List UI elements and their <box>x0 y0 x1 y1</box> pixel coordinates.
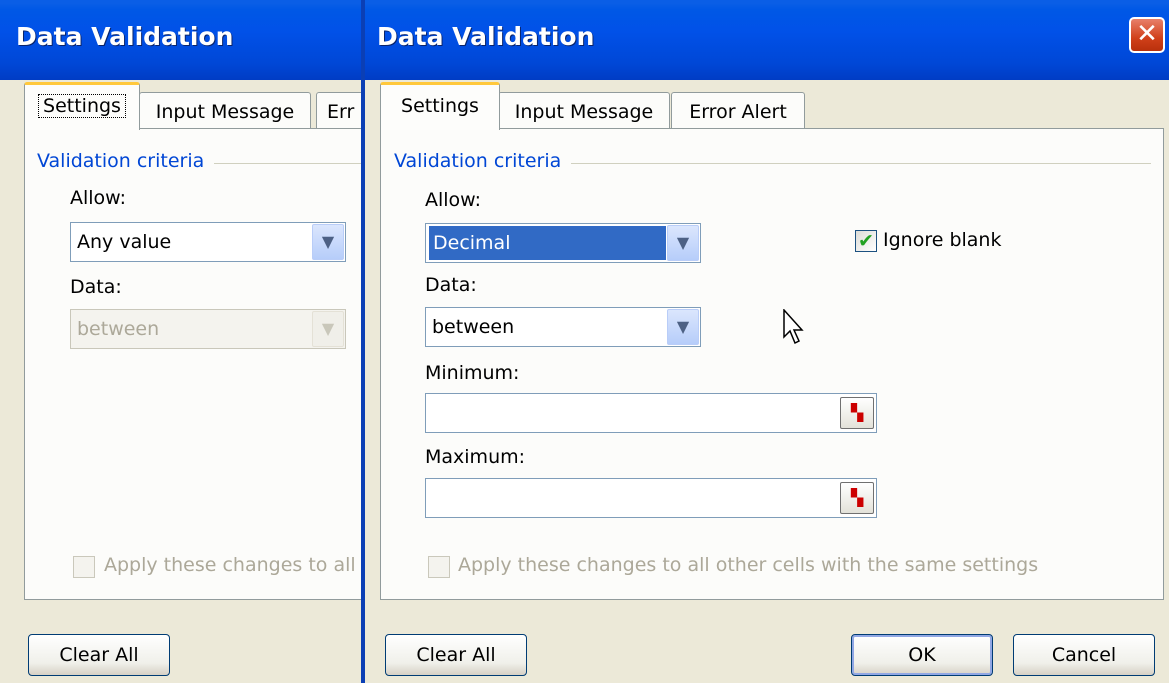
ignore-blank-label[interactable]: Ignore blank <box>883 229 1001 251</box>
data-label: Data: <box>425 274 477 296</box>
tab-input-message[interactable]: Input Message <box>498 92 670 130</box>
tab-settings[interactable]: Settings <box>380 82 500 130</box>
apply-all-label: Apply these changes to all other cells w… <box>458 554 1039 576</box>
minimum-label: Minimum: <box>425 362 520 384</box>
allow-value: Decimal <box>428 225 667 261</box>
chevron-down-icon[interactable]: ▼ <box>667 309 699 345</box>
allow-dropdown[interactable]: Decimal ▼ <box>425 223 701 263</box>
range-select-icon[interactable]: ▚ <box>840 397 874 429</box>
apply-all-checkbox <box>428 556 450 578</box>
allow-value: Any value <box>77 231 172 253</box>
maximum-label: Maximum: <box>425 446 526 468</box>
data-value: between <box>432 316 515 338</box>
tab-error-alert[interactable]: Err <box>316 92 361 130</box>
ok-button[interactable]: OK <box>851 634 993 676</box>
tab-settings-label: Settings <box>38 94 126 118</box>
title-bar: Data Validation <box>0 0 361 80</box>
data-validation-dialog: Data Validation ✕ Input Message Error Al… <box>361 0 1169 683</box>
validation-criteria-legend: Validation criteria <box>37 150 205 172</box>
allow-label: Allow: <box>70 187 127 209</box>
clear-all-button[interactable]: Clear All <box>385 634 527 676</box>
close-icon[interactable]: ✕ <box>1129 17 1165 53</box>
maximum-field[interactable]: ▚ <box>425 478 877 518</box>
data-value: between <box>77 318 160 340</box>
data-validation-dialog-background: Data Validation Input Message Err Settin… <box>0 0 361 683</box>
cancel-button[interactable]: Cancel <box>1013 634 1155 676</box>
legend-divider <box>214 163 361 164</box>
chevron-down-icon[interactable]: ▼ <box>667 225 699 261</box>
allow-label: Allow: <box>425 189 482 211</box>
chevron-down-icon[interactable]: ▼ <box>312 224 344 260</box>
validation-criteria-legend: Validation criteria <box>394 150 562 172</box>
legend-divider <box>571 163 1151 164</box>
title-bar: Data Validation ✕ <box>365 0 1169 80</box>
dialog-title: Data Validation <box>16 22 234 51</box>
allow-dropdown[interactable]: Any value ▼ <box>70 222 346 262</box>
dialog-title: Data Validation <box>377 22 595 51</box>
tab-error-alert[interactable]: Error Alert <box>671 92 805 130</box>
apply-all-label: Apply these changes to all <box>104 554 356 576</box>
ignore-blank-checkbox[interactable]: ✔ <box>855 230 877 252</box>
data-dropdown[interactable]: between ▼ <box>425 307 701 347</box>
mouse-pointer-icon <box>783 309 804 345</box>
tab-settings[interactable]: Settings <box>24 82 140 130</box>
data-label: Data: <box>70 276 122 298</box>
minimum-field[interactable]: ▚ <box>425 393 877 433</box>
chevron-down-icon: ▼ <box>312 311 344 347</box>
data-dropdown: between ▼ <box>70 309 346 349</box>
apply-all-checkbox <box>73 556 95 578</box>
tab-input-message[interactable]: Input Message <box>139 92 311 130</box>
range-select-icon[interactable]: ▚ <box>840 482 874 514</box>
clear-all-button[interactable]: Clear All <box>28 634 170 676</box>
